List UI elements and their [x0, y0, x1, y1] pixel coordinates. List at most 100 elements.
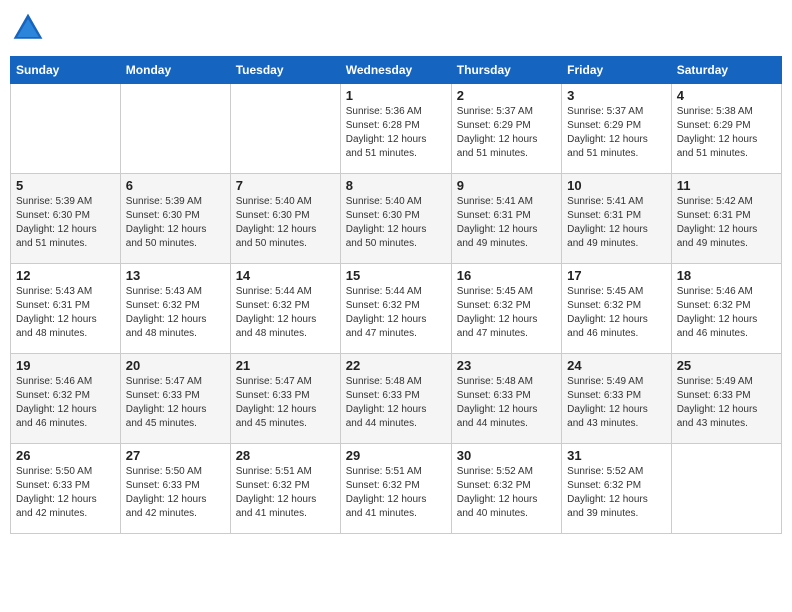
- calendar-cell: 28Sunrise: 5:51 AM Sunset: 6:32 PM Dayli…: [230, 444, 340, 534]
- day-info: Sunrise: 5:44 AM Sunset: 6:32 PM Dayligh…: [346, 285, 446, 341]
- day-number: 31: [567, 448, 666, 463]
- day-info: Sunrise: 5:42 AM Sunset: 6:31 PM Dayligh…: [677, 195, 776, 251]
- calendar-cell: 21 Sunrise: 5:47 AM Sunset: 6:33 PM Dayli…: [230, 354, 340, 444]
- weekday-header: Thursday: [451, 57, 561, 84]
- day-info: Sunrise: 5:38 AM Sunset: 6:29 PM Dayligh…: [677, 105, 776, 161]
- logo: [10, 10, 50, 46]
- logo-icon: [10, 10, 46, 46]
- day-info: Sunrise: 5:40 AM Sunset: 6:30 PM Dayligh…: [236, 195, 335, 251]
- day-info: Sunrise: 5:47 AM Sunset: 6:33 PM Dayligh…: [126, 375, 225, 431]
- day-number: 12: [16, 268, 115, 283]
- calendar-cell: [120, 84, 230, 174]
- weekday-header: Wednesday: [340, 57, 451, 84]
- weekday-header: Tuesday: [230, 57, 340, 84]
- calendar-cell: 11 Sunrise: 5:42 AM Sunset: 6:31 PM Dayli…: [671, 174, 781, 264]
- calendar-cell: 19Sunrise: 5:46 AM Sunset: 6:32 PM Dayli…: [11, 354, 121, 444]
- calendar-cell: 3 Sunrise: 5:37 AM Sunset: 6:29 PM Daylig…: [562, 84, 672, 174]
- day-info: Sunrise: 5:52 AM Sunset: 6:32 PM Dayligh…: [567, 465, 666, 521]
- weekday-header: Sunday: [11, 57, 121, 84]
- day-info: Sunrise: 5:39 AM Sunset: 6:30 PM Dayligh…: [16, 195, 115, 251]
- day-number: 29: [346, 448, 446, 463]
- calendar-cell: 10 Sunrise: 5:41 AM Sunset: 6:31 PM Dayli…: [562, 174, 672, 264]
- day-number: 25: [677, 358, 776, 373]
- calendar-table: SundayMondayTuesdayWednesdayThursdayFrid…: [10, 56, 782, 534]
- day-info: Sunrise: 5:50 AM Sunset: 6:33 PM Dayligh…: [126, 465, 225, 521]
- day-number: 10: [567, 178, 666, 193]
- calendar-cell: [230, 84, 340, 174]
- page-header: [10, 10, 782, 46]
- day-info: Sunrise: 5:45 AM Sunset: 6:32 PM Dayligh…: [457, 285, 556, 341]
- calendar-cell: 25 Sunrise: 5:49 AM Sunset: 6:33 PM Dayli…: [671, 354, 781, 444]
- day-number: 7: [236, 178, 335, 193]
- day-info: Sunrise: 5:37 AM Sunset: 6:29 PM Dayligh…: [567, 105, 666, 161]
- day-info: Sunrise: 5:52 AM Sunset: 6:32 PM Dayligh…: [457, 465, 556, 521]
- calendar-cell: 1 Sunrise: 5:36 AM Sunset: 6:28 PM Daylig…: [340, 84, 451, 174]
- calendar-cell: 9 Sunrise: 5:41 AM Sunset: 6:31 PM Daylig…: [451, 174, 561, 264]
- day-info: Sunrise: 5:44 AM Sunset: 6:32 PM Dayligh…: [236, 285, 335, 341]
- calendar-cell: 13Sunrise: 5:43 AM Sunset: 6:32 PM Dayli…: [120, 264, 230, 354]
- day-info: Sunrise: 5:39 AM Sunset: 6:30 PM Dayligh…: [126, 195, 225, 251]
- calendar-cell: 31 Sunrise: 5:52 AM Sunset: 6:32 PM Dayli…: [562, 444, 672, 534]
- day-number: 18: [677, 268, 776, 283]
- day-info: Sunrise: 5:43 AM Sunset: 6:31 PM Dayligh…: [16, 285, 115, 341]
- day-number: 13: [126, 268, 225, 283]
- calendar-cell: 24 Sunrise: 5:49 AM Sunset: 6:33 PM Dayli…: [562, 354, 672, 444]
- day-info: Sunrise: 5:41 AM Sunset: 6:31 PM Dayligh…: [567, 195, 666, 251]
- weekday-header: Saturday: [671, 57, 781, 84]
- day-number: 17: [567, 268, 666, 283]
- day-info: Sunrise: 5:49 AM Sunset: 6:33 PM Dayligh…: [677, 375, 776, 431]
- calendar-week-row: 19Sunrise: 5:46 AM Sunset: 6:32 PM Dayli…: [11, 354, 782, 444]
- day-number: 28: [236, 448, 335, 463]
- calendar-cell: 22Sunrise: 5:48 AM Sunset: 6:33 PM Dayli…: [340, 354, 451, 444]
- calendar-cell: [671, 444, 781, 534]
- day-info: Sunrise: 5:47 AM Sunset: 6:33 PM Dayligh…: [236, 375, 335, 431]
- calendar-cell: 27 Sunrise: 5:50 AM Sunset: 6:33 PM Dayli…: [120, 444, 230, 534]
- calendar-cell: 29 Sunrise: 5:51 AM Sunset: 6:32 PM Dayli…: [340, 444, 451, 534]
- calendar-cell: 20Sunrise: 5:47 AM Sunset: 6:33 PM Dayli…: [120, 354, 230, 444]
- calendar-cell: 7 Sunrise: 5:40 AM Sunset: 6:30 PM Daylig…: [230, 174, 340, 264]
- day-number: 2: [457, 88, 556, 103]
- day-info: Sunrise: 5:46 AM Sunset: 6:32 PM Dayligh…: [677, 285, 776, 341]
- calendar-cell: 23 Sunrise: 5:48 AM Sunset: 6:33 PM Dayli…: [451, 354, 561, 444]
- calendar-week-row: 26Sunrise: 5:50 AM Sunset: 6:33 PM Dayli…: [11, 444, 782, 534]
- day-info: Sunrise: 5:45 AM Sunset: 6:32 PM Dayligh…: [567, 285, 666, 341]
- calendar-cell: 17 Sunrise: 5:45 AM Sunset: 6:32 PM Dayli…: [562, 264, 672, 354]
- calendar-week-row: 12 Sunrise: 5:43 AM Sunset: 6:31 PM Dayli…: [11, 264, 782, 354]
- calendar-cell: 5Sunrise: 5:39 AM Sunset: 6:30 PM Daylig…: [11, 174, 121, 264]
- day-info: Sunrise: 5:37 AM Sunset: 6:29 PM Dayligh…: [457, 105, 556, 161]
- calendar-cell: 18 Sunrise: 5:46 AM Sunset: 6:32 PM Dayli…: [671, 264, 781, 354]
- day-number: 1: [346, 88, 446, 103]
- calendar-cell: 14 Sunrise: 5:44 AM Sunset: 6:32 PM Dayli…: [230, 264, 340, 354]
- day-number: 11: [677, 178, 776, 193]
- weekday-header: Friday: [562, 57, 672, 84]
- day-number: 14: [236, 268, 335, 283]
- day-number: 23: [457, 358, 556, 373]
- day-info: Sunrise: 5:40 AM Sunset: 6:30 PM Dayligh…: [346, 195, 446, 251]
- day-number: 6: [126, 178, 225, 193]
- day-info: Sunrise: 5:36 AM Sunset: 6:28 PM Dayligh…: [346, 105, 446, 161]
- day-info: Sunrise: 5:49 AM Sunset: 6:33 PM Dayligh…: [567, 375, 666, 431]
- day-number: 21: [236, 358, 335, 373]
- calendar-cell: 6 Sunrise: 5:39 AM Sunset: 6:30 PM Daylig…: [120, 174, 230, 264]
- day-info: Sunrise: 5:41 AM Sunset: 6:31 PM Dayligh…: [457, 195, 556, 251]
- day-number: 4: [677, 88, 776, 103]
- day-number: 30: [457, 448, 556, 463]
- day-number: 8: [346, 178, 446, 193]
- day-info: Sunrise: 5:48 AM Sunset: 6:33 PM Dayligh…: [457, 375, 556, 431]
- day-info: Sunrise: 5:51 AM Sunset: 6:32 PM Dayligh…: [346, 465, 446, 521]
- day-number: 9: [457, 178, 556, 193]
- day-info: Sunrise: 5:50 AM Sunset: 6:33 PM Dayligh…: [16, 465, 115, 521]
- day-number: 15: [346, 268, 446, 283]
- calendar-cell: 26Sunrise: 5:50 AM Sunset: 6:33 PM Dayli…: [11, 444, 121, 534]
- day-info: Sunrise: 5:48 AM Sunset: 6:33 PM Dayligh…: [346, 375, 446, 431]
- weekday-header: Monday: [120, 57, 230, 84]
- day-number: 16: [457, 268, 556, 283]
- calendar-cell: 12 Sunrise: 5:43 AM Sunset: 6:31 PM Dayli…: [11, 264, 121, 354]
- calendar-week-row: 5Sunrise: 5:39 AM Sunset: 6:30 PM Daylig…: [11, 174, 782, 264]
- day-number: 24: [567, 358, 666, 373]
- day-number: 27: [126, 448, 225, 463]
- calendar-header-row: SundayMondayTuesdayWednesdayThursdayFrid…: [11, 57, 782, 84]
- day-number: 3: [567, 88, 666, 103]
- calendar-cell: 16 Sunrise: 5:45 AM Sunset: 6:32 PM Dayli…: [451, 264, 561, 354]
- calendar-cell: 30 Sunrise: 5:52 AM Sunset: 6:32 PM Dayli…: [451, 444, 561, 534]
